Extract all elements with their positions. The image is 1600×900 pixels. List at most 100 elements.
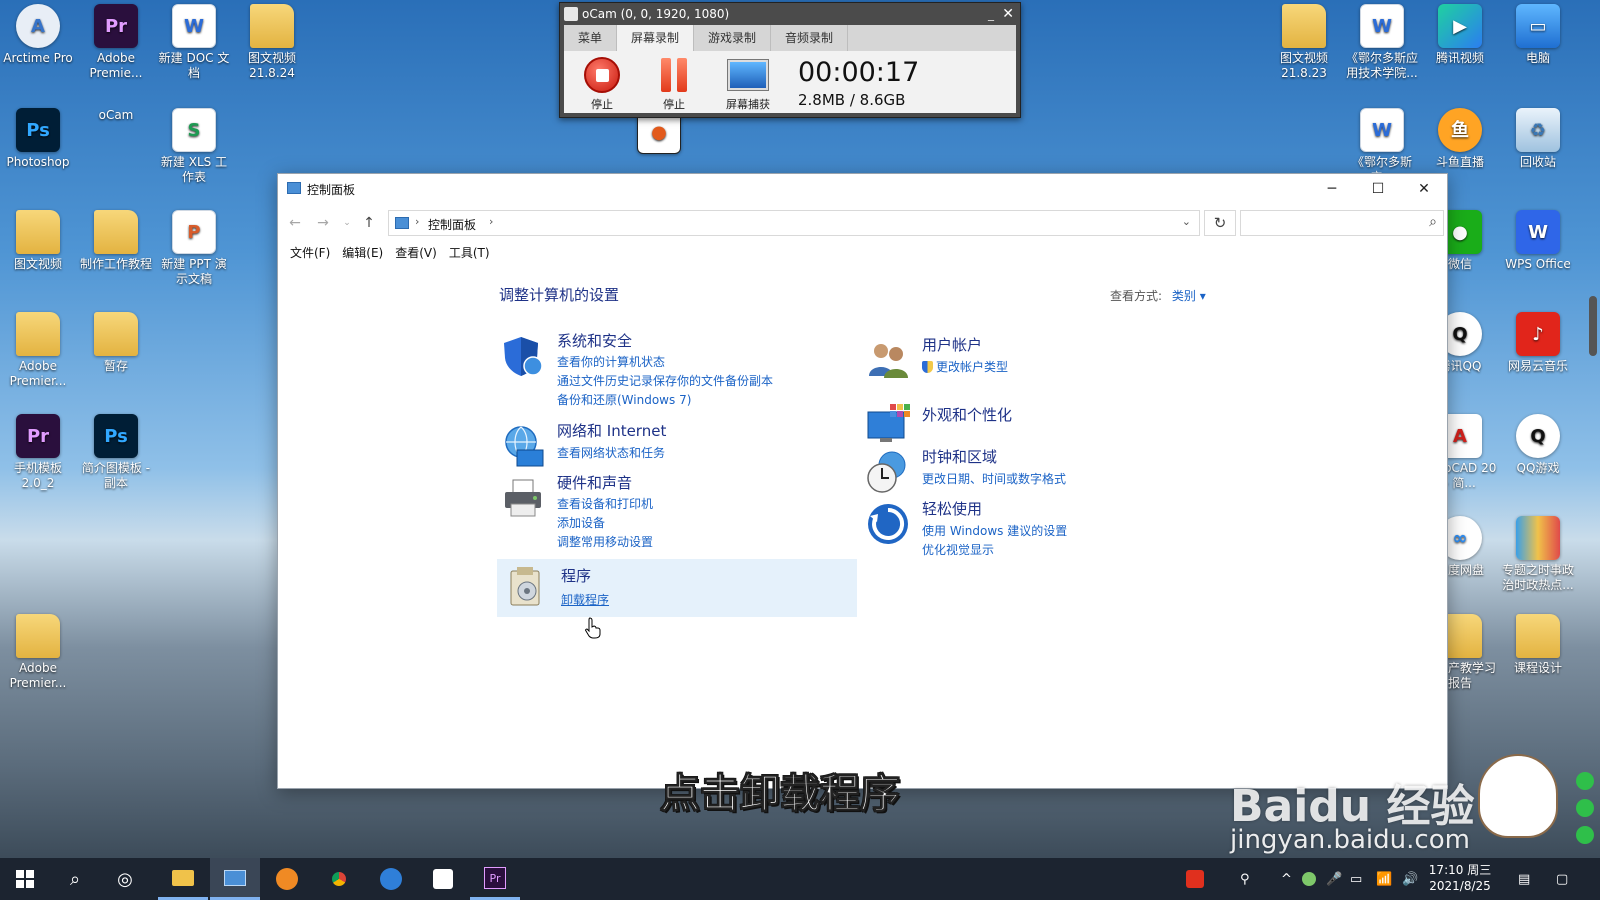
link-network-status[interactable]: 查看网络状态和任务 — [557, 444, 665, 461]
recent-locations-icon[interactable]: ⌄ — [336, 212, 358, 234]
link-devices-printers[interactable]: 查看设备和打印机 — [557, 495, 653, 512]
desktop-icon[interactable]: ▶ 腾讯视频 — [1422, 4, 1498, 66]
maximize-button[interactable]: ☐ — [1355, 174, 1401, 204]
category-programs[interactable]: 程序 卸载程序 — [497, 559, 857, 617]
category-title[interactable]: 网络和 Internet — [557, 420, 666, 441]
category-clock-region[interactable]: 时钟和区域 更改日期、时间或数字格式 — [858, 444, 1218, 493]
desktop-icon[interactable]: 专题之时事政治时政热点... — [1500, 516, 1576, 593]
taskbar-clock[interactable]: 17:10 周三 2021/8/25 — [1424, 862, 1496, 894]
taskbar-app-icon[interactable] — [262, 858, 312, 900]
address-dropdown-icon[interactable]: ⌄ — [1182, 215, 1191, 228]
desktop-icon[interactable]: Q QQ游戏 — [1500, 414, 1576, 476]
ocam-capture-button[interactable]: 屏幕捕获 — [720, 57, 776, 112]
people-icon[interactable]: ⚲ — [1240, 858, 1250, 900]
desktop-icon[interactable]: Pr 手机模板 2.0_2 — [0, 414, 76, 491]
category-title[interactable]: 程序 — [561, 565, 591, 586]
desktop-icon[interactable]: ▭ 电脑 — [1500, 4, 1576, 66]
search-input[interactable] — [1247, 212, 1417, 234]
desktop-icon[interactable]: Ps Photoshop — [0, 108, 76, 170]
link-date-time-format[interactable]: 更改日期、时间或数字格式 — [922, 470, 1066, 487]
close-button[interactable]: ✕ — [1401, 174, 1447, 204]
taskbar-search-icon[interactable]: ⌕ — [50, 858, 100, 900]
ocam-tab-game-record[interactable]: 游戏录制 — [694, 25, 772, 51]
category-system-security[interactable]: 系统和安全 查看你的计算机状态 通过文件历史记录保存你的文件备份副本 备份和还原… — [493, 328, 853, 408]
task-view-icon[interactable]: ◎ — [100, 858, 150, 900]
notification-icon[interactable]: ▤ — [1518, 858, 1530, 900]
up-arrow-icon[interactable]: ↑ — [358, 212, 380, 234]
category-appearance[interactable]: 外观和个性化 — [858, 396, 1218, 442]
desktop-icon[interactable]: 鱼斗鱼直播 — [1422, 108, 1498, 170]
tray-app-icon[interactable] — [1302, 858, 1316, 900]
desktop-icon[interactable]: 暂存 — [78, 312, 154, 374]
category-ease-of-access[interactable]: 轻松使用 使用 Windows 建议的设置 优化视觉显示 — [858, 496, 1218, 558]
desktop-icon[interactable]: W WPS Office — [1500, 210, 1576, 272]
category-title[interactable]: 硬件和声音 — [557, 472, 632, 493]
menu-file[interactable]: 文件(F) — [284, 242, 336, 264]
floating-button-icon[interactable] — [1576, 799, 1594, 817]
link-windows-recommended[interactable]: 使用 Windows 建议的设置 — [922, 522, 1067, 539]
link-uninstall-program[interactable]: 卸载程序 — [561, 591, 609, 608]
menu-tools[interactable]: 工具(T) — [443, 242, 496, 264]
battery-icon[interactable]: ▭ — [1350, 858, 1362, 900]
link-file-history[interactable]: 通过文件历史记录保存你的文件备份副本 — [557, 372, 773, 389]
back-arrow-icon[interactable]: ← — [284, 212, 306, 234]
desktop-icon[interactable]: 图文视频 21.8.23 — [1266, 4, 1342, 81]
category-title[interactable]: 用户帐户 — [922, 334, 982, 355]
desktop-icon[interactable]: W 新建 DOC 文档 — [156, 4, 232, 81]
breadcrumb-chevron-icon[interactable]: › — [489, 215, 493, 228]
ocam-minimize-button[interactable]: _ — [988, 3, 994, 25]
desktop-icon[interactable]: 图文视频 — [0, 210, 76, 272]
desktop-icon[interactable]: 制作工作教程 — [78, 210, 154, 272]
desktop-icon[interactable]: Pr Adobe Premie... — [78, 4, 154, 81]
taskbar-control-panel-icon[interactable] — [210, 858, 260, 900]
breadcrumb-chevron-icon[interactable]: › — [415, 215, 419, 228]
desktop-icon[interactable]: ● oCam — [78, 108, 681, 154]
chrome-icon[interactable] — [314, 858, 364, 900]
desktop-icon[interactable]: A Arctime Pro — [0, 4, 76, 66]
desktop-icon[interactable]: Adobe Premier... — [0, 312, 76, 389]
category-title[interactable]: 轻松使用 — [922, 498, 982, 519]
desktop-icon[interactable]: ♻ 回收站 — [1500, 108, 1576, 170]
file-explorer-icon[interactable] — [158, 858, 208, 900]
ocam-close-button[interactable]: ✕ — [1002, 3, 1014, 25]
menu-view[interactable]: 查看(V) — [389, 242, 443, 264]
ocam-taskbar-icon[interactable] — [418, 858, 468, 900]
link-add-device[interactable]: 添加设备 — [557, 514, 605, 531]
desktop-icon[interactable]: ♪ 网易云音乐 — [1500, 312, 1576, 374]
link-optimize-visual[interactable]: 优化视觉显示 — [922, 541, 994, 558]
category-network-internet[interactable]: 网络和 Internet 查看网络状态和任务 — [493, 418, 853, 467]
ocam-tab-screen-record[interactable]: 屏幕录制 — [617, 25, 695, 51]
tray-expand-icon[interactable]: ^ — [1281, 858, 1292, 900]
desktop-icon[interactable]: S 新建 XLS 工作表 — [156, 108, 232, 185]
ocam-stop-button[interactable]: 停止 — [574, 57, 630, 112]
link-backup-restore[interactable]: 备份和还原(Windows 7) — [557, 391, 691, 408]
floating-button-icon[interactable] — [1576, 826, 1594, 844]
minimize-button[interactable]: ─ — [1309, 174, 1355, 204]
sogou-browser-icon[interactable] — [366, 858, 416, 900]
start-button[interactable] — [0, 858, 50, 900]
desktop-icon[interactable]: Adobe Premier... — [0, 614, 76, 691]
ocam-tab-menu[interactable]: 菜单 — [564, 25, 618, 51]
desktop-icon[interactable]: Ps 简介图模板 - 副本 — [78, 414, 154, 491]
view-by-dropdown[interactable]: 类别 ▾ — [1172, 289, 1206, 303]
action-center-icon[interactable]: ▢ — [1556, 858, 1568, 900]
link-check-status[interactable]: 查看你的计算机状态 — [557, 353, 665, 370]
microphone-icon[interactable]: 🎤 — [1326, 858, 1342, 900]
ocam-tab-audio-record[interactable]: 音频录制 — [771, 25, 849, 51]
forward-arrow-icon[interactable]: → — [312, 212, 334, 234]
category-hardware-sound[interactable]: 硬件和声音 查看设备和打印机 添加设备 调整常用移动设置 — [493, 470, 853, 550]
desktop-icon[interactable]: 图文视频 21.8.24 — [234, 4, 310, 81]
search-icon[interactable]: ⌕ — [1429, 214, 1437, 230]
volume-icon[interactable]: 🔊 — [1402, 858, 1418, 900]
category-title[interactable]: 时钟和区域 — [922, 446, 997, 467]
desktop-icon[interactable]: P 新建 PPT 演示文稿 — [156, 210, 232, 287]
sogou-input-icon[interactable] — [1186, 858, 1204, 900]
category-title[interactable]: 系统和安全 — [557, 330, 632, 351]
menu-edit[interactable]: 编辑(E) — [336, 242, 389, 264]
link-mobility-settings[interactable]: 调整常用移动设置 — [557, 533, 653, 550]
category-user-accounts[interactable]: 用户帐户 更改帐户类型 — [858, 332, 1218, 378]
ocam-pause-button[interactable]: 停止 — [646, 57, 702, 112]
desktop-icon[interactable]: 课程设计 — [1500, 614, 1576, 676]
refresh-icon[interactable]: ↻ — [1204, 210, 1236, 236]
link-change-account-type[interactable]: 更改帐户类型 — [922, 358, 1008, 375]
